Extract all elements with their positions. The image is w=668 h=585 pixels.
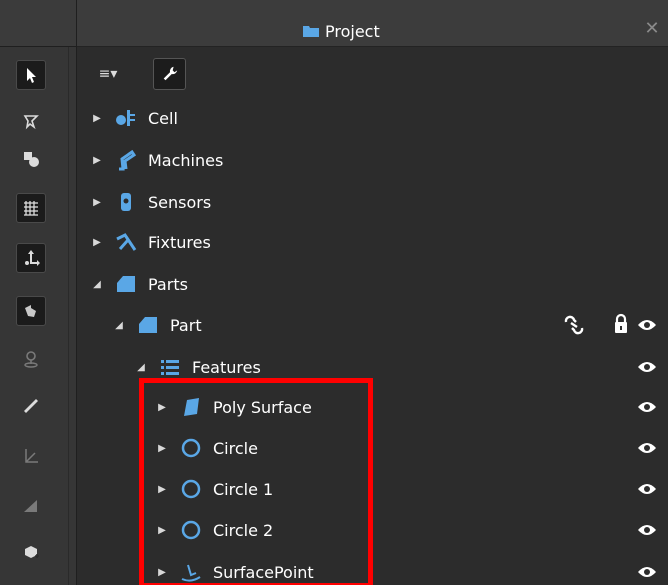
- tree-item-sensors[interactable]: ▶ Sensors: [92, 186, 211, 218]
- toolbar-divider: [68, 47, 69, 585]
- visibility-eye-icon[interactable]: [637, 359, 657, 375]
- tree-item-surface-point[interactable]: ▶ SurfacePoint: [157, 556, 314, 585]
- tree-item-circle[interactable]: ▶ Circle: [157, 432, 258, 464]
- add-object-icon[interactable]: [16, 537, 46, 567]
- tree-item-poly-surface[interactable]: ▶ Poly Surface: [157, 391, 312, 423]
- sensor-icon: [114, 191, 138, 213]
- poly-surface-icon: [179, 396, 203, 418]
- tree-item-features[interactable]: ◢ Features: [136, 351, 261, 383]
- link-icon[interactable]: [562, 314, 586, 336]
- lock-icon[interactable]: [612, 313, 630, 335]
- tree-item-label: SurfacePoint: [213, 562, 314, 582]
- visibility-eye-icon[interactable]: [637, 399, 657, 415]
- tree-item-label: Parts: [148, 274, 188, 294]
- expand-caret-icon[interactable]: ▶: [157, 402, 167, 413]
- tree-item-label: Part: [170, 315, 202, 335]
- visibility-eye-icon[interactable]: [637, 481, 657, 497]
- circle-icon: [179, 437, 203, 459]
- measure-icon[interactable]: [16, 391, 46, 421]
- pin-icon[interactable]: [16, 344, 46, 374]
- part-icon: [114, 273, 138, 295]
- tree-menu-button[interactable]: ≡▾: [94, 58, 122, 90]
- close-icon[interactable]: ✕: [643, 20, 661, 38]
- tree-item-label: Sensors: [148, 192, 212, 212]
- visibility-eye-icon[interactable]: [637, 564, 657, 580]
- expand-caret-icon[interactable]: ▶: [92, 113, 102, 124]
- circle-icon: [179, 519, 203, 541]
- tree-item-parts[interactable]: ◢ Parts: [92, 268, 188, 300]
- panel-title: Project: [303, 20, 380, 42]
- tree-item-label: Features: [192, 357, 261, 377]
- expand-caret-icon[interactable]: ▶: [157, 443, 167, 454]
- expand-caret-icon[interactable]: ▶: [92, 155, 102, 166]
- collapse-caret-icon[interactable]: ◢: [92, 279, 102, 290]
- collapse-caret-icon[interactable]: ◢: [114, 320, 124, 331]
- cell-icon: [114, 107, 138, 129]
- teach-icon[interactable]: [16, 106, 46, 136]
- tree-item-circle-2[interactable]: ▶ Circle 2: [157, 514, 273, 546]
- tree-item-label: Circle 2: [213, 520, 274, 540]
- expand-caret-icon[interactable]: ▶: [157, 525, 167, 536]
- tree-item-circle-1[interactable]: ▶ Circle 1: [157, 473, 273, 505]
- wrench-icon: [163, 66, 177, 81]
- tree-item-label: Cell: [148, 108, 178, 128]
- tree-item-label: Circle: [213, 438, 258, 458]
- axes-icon[interactable]: [16, 441, 46, 471]
- panel-titlebar: Project ✕: [77, 0, 668, 47]
- tree-item-label: Fixtures: [148, 232, 211, 252]
- move-icon[interactable]: [16, 243, 46, 273]
- panel-title-text: Project: [325, 21, 380, 41]
- expand-caret-icon[interactable]: ▶: [92, 237, 102, 248]
- tree-item-part[interactable]: ◢ Part: [114, 309, 202, 341]
- folder-icon: [303, 26, 319, 37]
- tree-item-label: Circle 1: [213, 479, 274, 499]
- tree-item-label: Machines: [148, 150, 224, 170]
- expand-caret-icon[interactable]: ▶: [157, 567, 167, 578]
- surface-point-icon: [179, 561, 203, 583]
- collapse-caret-icon[interactable]: ◢: [136, 362, 146, 373]
- angle-icon[interactable]: [16, 491, 46, 521]
- visibility-eye-icon[interactable]: [637, 440, 657, 456]
- grid-icon[interactable]: [16, 193, 46, 223]
- visibility-eye-icon[interactable]: [637, 522, 657, 538]
- tree-item-machines[interactable]: ▶ Machines: [92, 144, 223, 176]
- move-relative-icon[interactable]: [16, 296, 46, 326]
- robot-arm-icon: [114, 149, 138, 171]
- tree-item-fixtures[interactable]: ▶ Fixtures: [92, 226, 211, 258]
- visibility-eye-icon[interactable]: [637, 317, 657, 333]
- fixture-icon: [114, 231, 138, 253]
- select-arrow-icon[interactable]: [16, 60, 46, 90]
- tree-item-label: Poly Surface: [213, 397, 312, 417]
- toolbar-header: [0, 0, 77, 47]
- circle-icon: [179, 478, 203, 500]
- list-icon: [158, 356, 182, 378]
- part-icon: [136, 314, 160, 336]
- project-panel: Project ✕ ≡▾ ▶ Cell ▶ Machines ▶ Sensors…: [77, 0, 668, 585]
- objects-icon[interactable]: [16, 144, 46, 174]
- expand-caret-icon[interactable]: ▶: [92, 197, 102, 208]
- wrench-button[interactable]: [153, 58, 186, 90]
- expand-caret-icon[interactable]: ▶: [157, 484, 167, 495]
- tree-item-cell[interactable]: ▶ Cell: [92, 102, 178, 134]
